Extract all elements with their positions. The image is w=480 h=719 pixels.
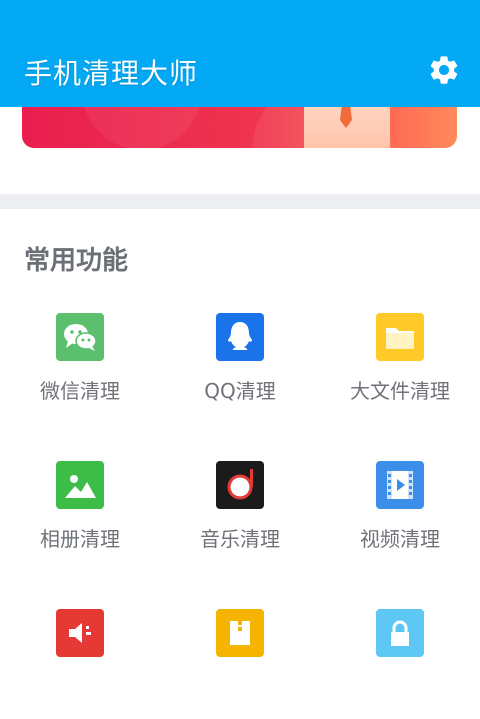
gear-icon bbox=[430, 56, 458, 84]
photo-icon bbox=[56, 461, 104, 509]
feature-lock-clean[interactable] bbox=[320, 609, 480, 719]
feature-label: 相册清理 bbox=[40, 527, 120, 551]
qq-icon bbox=[216, 313, 264, 361]
feature-label: 音乐清理 bbox=[200, 527, 280, 551]
feature-speaker-clean[interactable] bbox=[0, 609, 160, 719]
app-title: 手机清理大师 bbox=[24, 57, 199, 90]
video-icon bbox=[376, 461, 424, 509]
app-bar: 手机清理大师 bbox=[0, 0, 480, 107]
speaker-icon bbox=[56, 609, 104, 657]
feature-archive-clean[interactable] bbox=[160, 609, 320, 719]
feature-label: 微信清理 bbox=[40, 379, 120, 403]
feature-large-file-clean[interactable]: 大文件清理 bbox=[320, 313, 480, 423]
feature-video-clean[interactable]: 视频清理 bbox=[320, 461, 480, 571]
lock-icon bbox=[376, 609, 424, 657]
feature-album-clean[interactable]: 相册清理 bbox=[0, 461, 160, 571]
feature-label: 大文件清理 bbox=[350, 379, 450, 403]
section-title: 常用功能 bbox=[24, 246, 129, 276]
music-icon bbox=[216, 461, 264, 509]
archive-icon bbox=[216, 609, 264, 657]
folder-icon bbox=[376, 313, 424, 361]
feature-label: QQ清理 bbox=[204, 379, 276, 403]
settings-button[interactable] bbox=[424, 50, 464, 90]
feature-qq-clean[interactable]: QQ清理 bbox=[160, 313, 320, 423]
wechat-icon bbox=[56, 313, 104, 361]
section-divider bbox=[0, 194, 480, 209]
feature-label: 视频清理 bbox=[360, 527, 440, 551]
feature-music-clean[interactable]: 音乐清理 bbox=[160, 461, 320, 571]
feature-wechat-clean[interactable]: 微信清理 bbox=[0, 313, 160, 423]
